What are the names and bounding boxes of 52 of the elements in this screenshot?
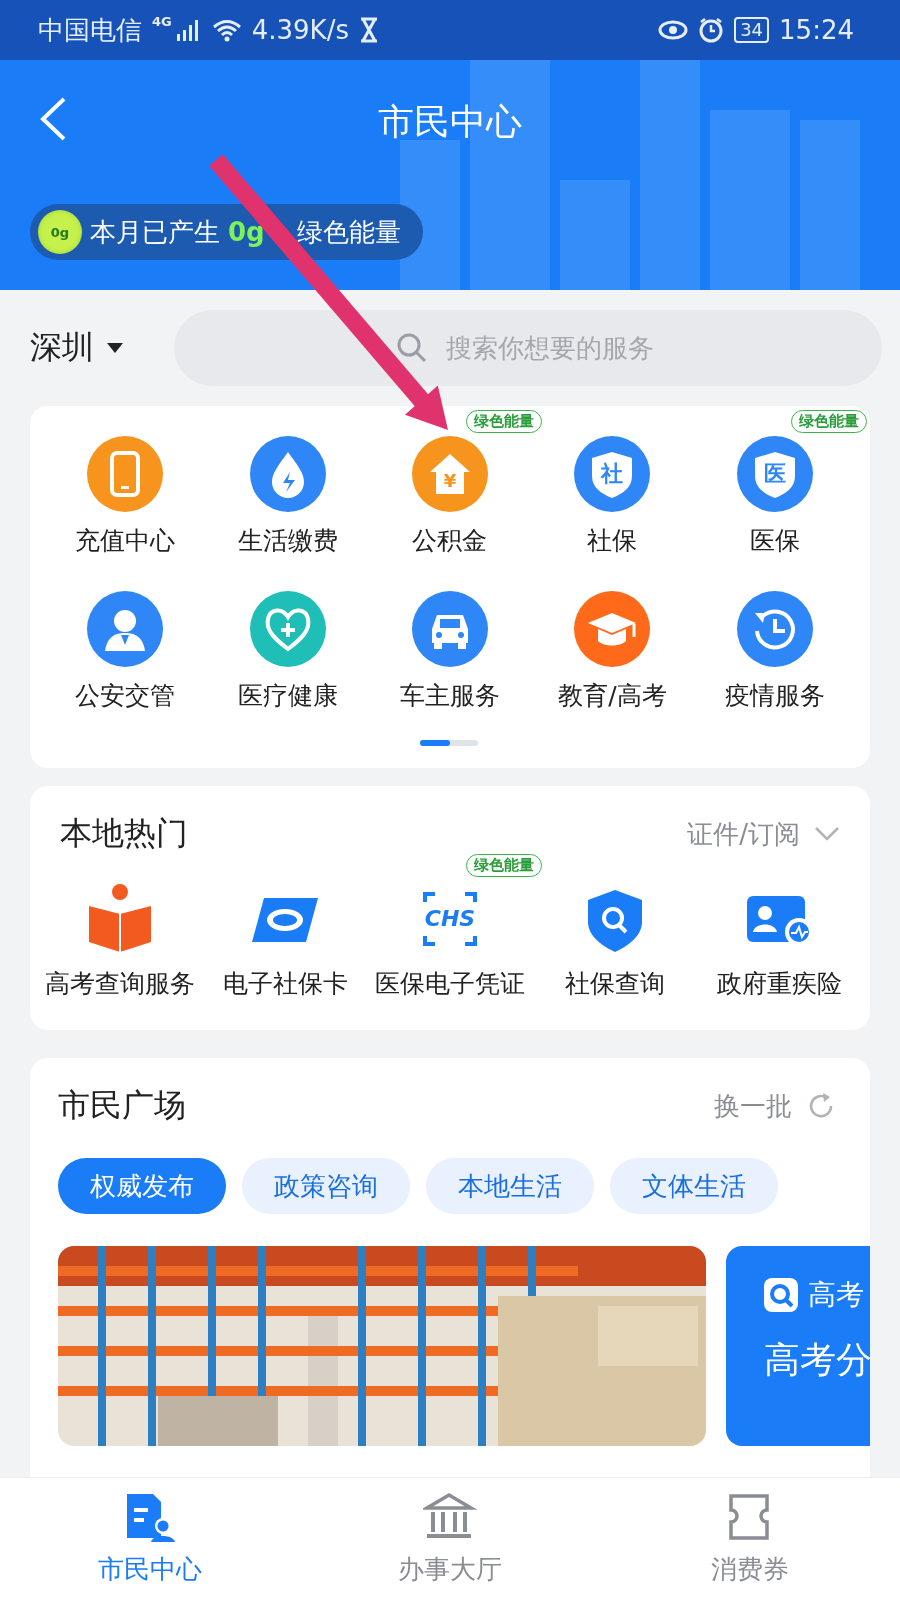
- service-item[interactable]: CHS 医保电子凭证: [373, 880, 527, 1003]
- energy-text: 本月已产生: [90, 215, 220, 249]
- icon-glyph: ¥: [442, 468, 458, 493]
- service-item[interactable]: 教育/高考: [558, 591, 667, 712]
- icon-glyph: 医: [762, 460, 787, 488]
- alarm-icon: [698, 17, 725, 43]
- energy-badge: 0g: [38, 210, 82, 254]
- service-item[interactable]: 疫情服务: [724, 591, 825, 712]
- page-indicator: [420, 738, 480, 748]
- section-title: 本地热门: [60, 813, 188, 854]
- service-item[interactable]: 社保查询: [562, 880, 667, 1003]
- network-speed: 4.39K/s: [251, 15, 349, 45]
- service-item[interactable]: 生活缴费: [237, 436, 338, 557]
- service-item[interactable]: 社 社保: [574, 436, 651, 557]
- search-field[interactable]: 搜索你想要的服务: [174, 310, 882, 386]
- nav-tab[interactable]: 市民中心: [0, 1478, 300, 1600]
- service-item[interactable]: 高考查询服务: [43, 880, 198, 1003]
- category-tab[interactable]: 文体生活: [610, 1158, 778, 1215]
- category-tab[interactable]: 政策咨询: [242, 1158, 410, 1215]
- service-item[interactable]: 公安交管: [75, 591, 176, 712]
- promo-headline: 高考分: [764, 1338, 870, 1383]
- clock-time: 15:24: [779, 15, 854, 45]
- service-item[interactable]: 充值中心: [75, 436, 176, 557]
- hourglass-icon: [358, 17, 379, 43]
- carrier-name: 中国电信: [38, 13, 142, 47]
- energy-text: 绿色能量: [296, 215, 401, 249]
- battery-level: 34: [734, 17, 770, 43]
- icon-glyph: 社: [599, 460, 625, 488]
- icon-glyph: CHS: [424, 908, 476, 930]
- page-title: 市民中心: [378, 99, 522, 144]
- chevron-down-icon: [814, 826, 840, 842]
- service-item[interactable]: 医疗健康: [237, 591, 338, 712]
- promo-card[interactable]: 高考 高考分: [726, 1246, 870, 1447]
- energy-tag: 绿色能量: [466, 854, 542, 877]
- promo-tag: 高考: [808, 1276, 864, 1315]
- service-item[interactable]: ¥ 公积金: [412, 436, 488, 557]
- caret-icon: [106, 342, 124, 354]
- wifi-icon: [211, 18, 242, 42]
- service-item[interactable]: 政府重疾险: [715, 880, 845, 1003]
- eye-icon: [658, 19, 689, 41]
- category-tab[interactable]: 本地生活: [426, 1158, 594, 1215]
- service-item[interactable]: 车主服务: [400, 591, 500, 712]
- energy-tag: 绿色能量: [790, 410, 867, 433]
- service-item[interactable]: 电子社保卡: [220, 880, 350, 1003]
- energy-amount: 0g: [228, 217, 265, 247]
- search-icon: [764, 1278, 798, 1313]
- network-type: 4G: [152, 14, 172, 29]
- section-title: 市民广场: [58, 1085, 186, 1127]
- energy-tag: 绿色能量: [466, 410, 542, 433]
- city-selector[interactable]: 深圳: [30, 326, 124, 370]
- service-item[interactable]: 医 医保: [736, 436, 813, 557]
- search-icon: [396, 332, 428, 364]
